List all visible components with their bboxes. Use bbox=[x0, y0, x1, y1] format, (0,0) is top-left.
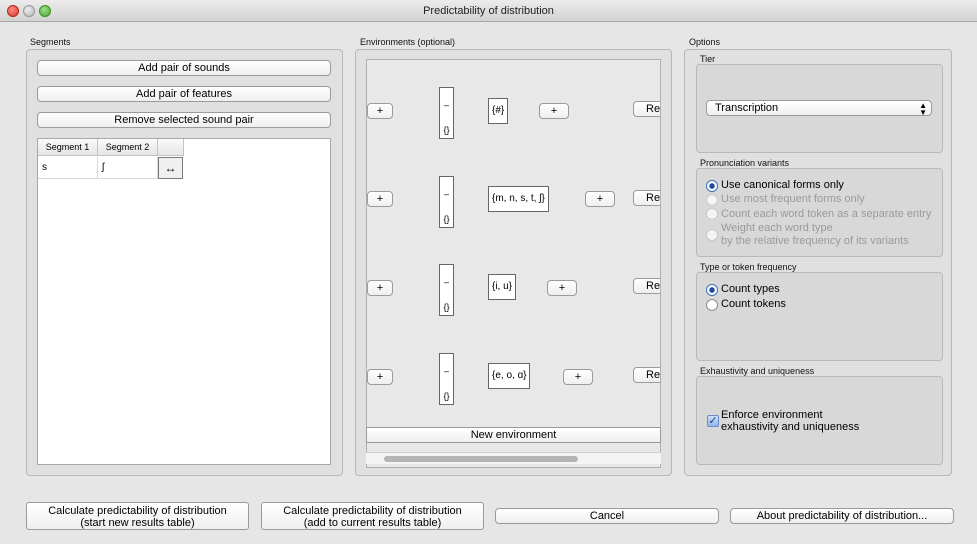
target-brace: {} bbox=[443, 391, 450, 401]
environments-group-label: Environments (optional) bbox=[360, 37, 456, 47]
environment-segment-set[interactable]: {i, u} bbox=[488, 274, 517, 300]
new-environment-button[interactable]: New environment bbox=[366, 427, 661, 443]
scrollbar-thumb[interactable] bbox=[384, 456, 578, 462]
target-dash: – bbox=[443, 100, 449, 110]
weight-word-type-label-line2[interactable]: by the relative frequency of its variant… bbox=[721, 235, 909, 248]
count-tokens-radio[interactable] bbox=[706, 299, 718, 311]
add-right-position-button[interactable]: + bbox=[539, 103, 569, 119]
calculate-new-line1: Calculate predictability of distribution bbox=[48, 505, 227, 517]
add-left-position-button[interactable]: + bbox=[367, 280, 393, 296]
add-right-position-button[interactable]: + bbox=[563, 369, 593, 385]
cancel-button[interactable]: Cancel bbox=[495, 508, 719, 524]
add-right-position-button[interactable]: + bbox=[547, 280, 577, 296]
column-header-swap bbox=[158, 139, 184, 156]
pronunciation-variants-label: Pronunciation variants bbox=[700, 158, 790, 168]
zoom-window-icon[interactable] bbox=[39, 5, 51, 17]
column-header-segment-1[interactable]: Segment 1 bbox=[38, 139, 98, 156]
close-window-icon[interactable] bbox=[7, 5, 19, 17]
most-frequent-forms-label[interactable]: Use most frequent forms only bbox=[721, 193, 865, 206]
updown-arrows-icon: ▲ ▼ bbox=[919, 101, 927, 117]
token-separate-entry-label[interactable]: Count each word token as a separate entr… bbox=[721, 208, 931, 221]
window-titlebar: Predictability of distribution bbox=[0, 0, 977, 22]
segment-2-cell[interactable]: ʃ bbox=[98, 157, 158, 179]
environment-segment-set[interactable]: {m, n, s, t, ʃ} bbox=[488, 186, 549, 212]
window-title: Predictability of distribution bbox=[423, 5, 554, 17]
segments-group-label: Segments bbox=[30, 37, 71, 47]
most-frequent-forms-radio[interactable] bbox=[706, 194, 718, 206]
canonical-forms-label[interactable]: Use canonical forms only bbox=[721, 179, 844, 192]
target-slot[interactable]: – {} bbox=[439, 176, 454, 228]
count-types-label[interactable]: Count types bbox=[721, 283, 780, 296]
tier-dropdown-value: Transcription bbox=[715, 102, 779, 114]
environments-scroll-area[interactable]: + – {} {#} + Rer + – {} {m, n, s, t, ʃ} … bbox=[366, 59, 661, 468]
tier-label: Tier bbox=[700, 54, 716, 64]
exhaustivity-label: Exhaustivity and uniqueness bbox=[700, 366, 815, 376]
tier-dropdown[interactable]: Transcription ▲ ▼ bbox=[706, 100, 932, 117]
add-left-position-button[interactable]: + bbox=[367, 369, 393, 385]
environment-segment-set[interactable]: {e, o, ɑ} bbox=[488, 363, 531, 389]
about-button[interactable]: About predictability of distribution... bbox=[730, 508, 954, 524]
target-brace: {} bbox=[443, 302, 450, 312]
column-header-segment-2[interactable]: Segment 2 bbox=[98, 139, 158, 156]
remove-environment-button[interactable]: Rer bbox=[633, 367, 660, 383]
enforce-exhaustivity-checkbox[interactable]: ✓ bbox=[707, 415, 719, 427]
target-dash: – bbox=[443, 189, 449, 199]
environment-segment-set[interactable]: {#} bbox=[488, 98, 509, 124]
calculate-add-line1: Calculate predictability of distribution bbox=[283, 505, 462, 517]
canonical-forms-radio[interactable] bbox=[706, 180, 718, 192]
minimize-window-icon[interactable] bbox=[23, 5, 35, 17]
target-dash: – bbox=[443, 277, 449, 287]
add-left-position-button[interactable]: + bbox=[367, 103, 393, 119]
target-dash: – bbox=[443, 366, 449, 376]
remove-environment-button[interactable]: Rer bbox=[633, 278, 660, 294]
target-slot[interactable]: – {} bbox=[439, 353, 454, 405]
count-tokens-label[interactable]: Count tokens bbox=[721, 298, 786, 311]
target-slot[interactable]: – {} bbox=[439, 87, 454, 139]
remove-selected-sound-pair-button[interactable]: Remove selected sound pair bbox=[37, 112, 331, 128]
segment-pairs-table[interactable]: Segment 1 Segment 2 s ʃ ↔ bbox=[37, 138, 331, 465]
target-slot[interactable]: – {} bbox=[439, 264, 454, 316]
enforce-exhaustivity-label-line2[interactable]: exhaustivity and uniqueness bbox=[721, 421, 859, 434]
add-pair-of-features-button[interactable]: Add pair of features bbox=[37, 86, 331, 102]
token-separate-entry-radio[interactable] bbox=[706, 208, 718, 220]
add-left-position-button[interactable]: + bbox=[367, 191, 393, 207]
target-brace: {} bbox=[443, 214, 450, 224]
frequency-type-label: Type or token frequency bbox=[700, 262, 797, 272]
calculate-add-table-button[interactable]: Calculate predictability of distribution… bbox=[261, 502, 484, 530]
remove-environment-button[interactable]: Rer bbox=[633, 101, 660, 117]
calculate-add-line2: (add to current results table) bbox=[303, 517, 442, 529]
weight-word-type-radio[interactable] bbox=[706, 229, 718, 241]
segment-1-cell[interactable]: s bbox=[38, 157, 98, 179]
remove-environment-button[interactable]: Rer bbox=[633, 190, 660, 206]
count-types-radio[interactable] bbox=[706, 284, 718, 296]
weight-word-type-label[interactable]: Weight each word type bbox=[721, 222, 833, 235]
add-pair-of-sounds-button[interactable]: Add pair of sounds bbox=[37, 60, 331, 76]
target-brace: {} bbox=[443, 125, 450, 135]
calculate-new-line2: (start new results table) bbox=[80, 517, 195, 529]
add-right-position-button[interactable]: + bbox=[585, 191, 615, 207]
calculate-new-table-button[interactable]: Calculate predictability of distribution… bbox=[26, 502, 249, 530]
options-group-label: Options bbox=[689, 37, 721, 47]
swap-segments-icon[interactable]: ↔ bbox=[158, 157, 183, 179]
